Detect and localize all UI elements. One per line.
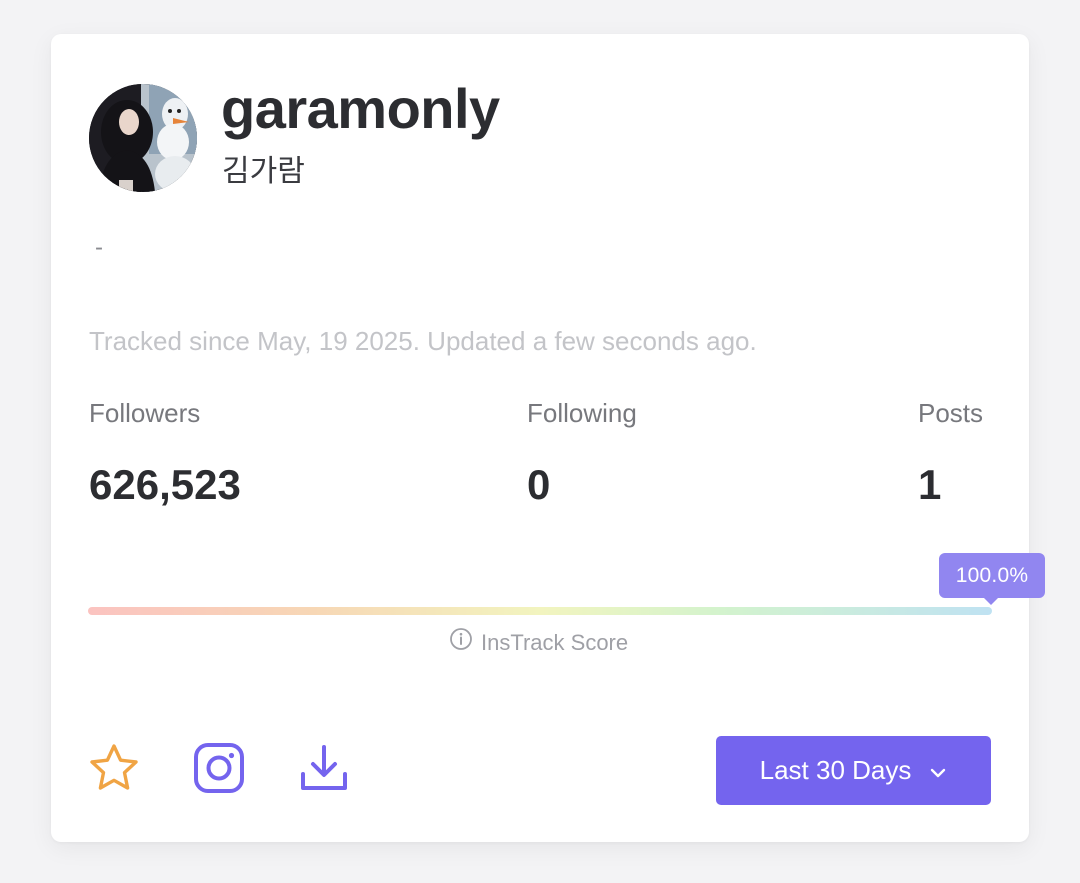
score-caption[interactable]: InsTrack Score [449,627,628,658]
download-icon [298,742,350,799]
date-range-dropdown[interactable]: Last 30 Days [716,736,991,805]
date-range-label: Last 30 Days [759,755,912,785]
instagram-button[interactable] [193,742,245,799]
stat-followers: Followers 626,523 [89,396,241,510]
instagram-icon [193,742,245,799]
score-badge: 100.0% [939,553,1045,605]
full-name: 김가람 [222,155,305,188]
profile-card: garamonly 김가람 - Tracked since May, 19 20… [51,34,1045,842]
stat-posts: Posts 1 [918,396,983,510]
tracked-status: Tracked since May, 19 2025. Updated a fe… [89,326,757,356]
score-bar [88,607,992,615]
stat-value: 1 [918,461,942,508]
download-button[interactable] [298,744,350,796]
bio: - [95,234,103,261]
avatar [89,84,197,192]
star-icon [88,742,140,799]
info-icon [449,627,473,658]
stat-label: Followers [89,398,201,428]
score-caption-label: InsTrack Score [481,629,629,655]
score-bar-fill [88,607,992,615]
stat-label: Posts [918,398,984,428]
stat-value: 626,523 [89,461,241,508]
favorite-button[interactable] [88,742,140,799]
username: garamonly [221,77,500,140]
stat-following: Following 0 [527,396,637,510]
chevron-down-icon [929,755,947,786]
stat-value: 0 [527,461,551,508]
stat-label: Following [527,398,637,428]
